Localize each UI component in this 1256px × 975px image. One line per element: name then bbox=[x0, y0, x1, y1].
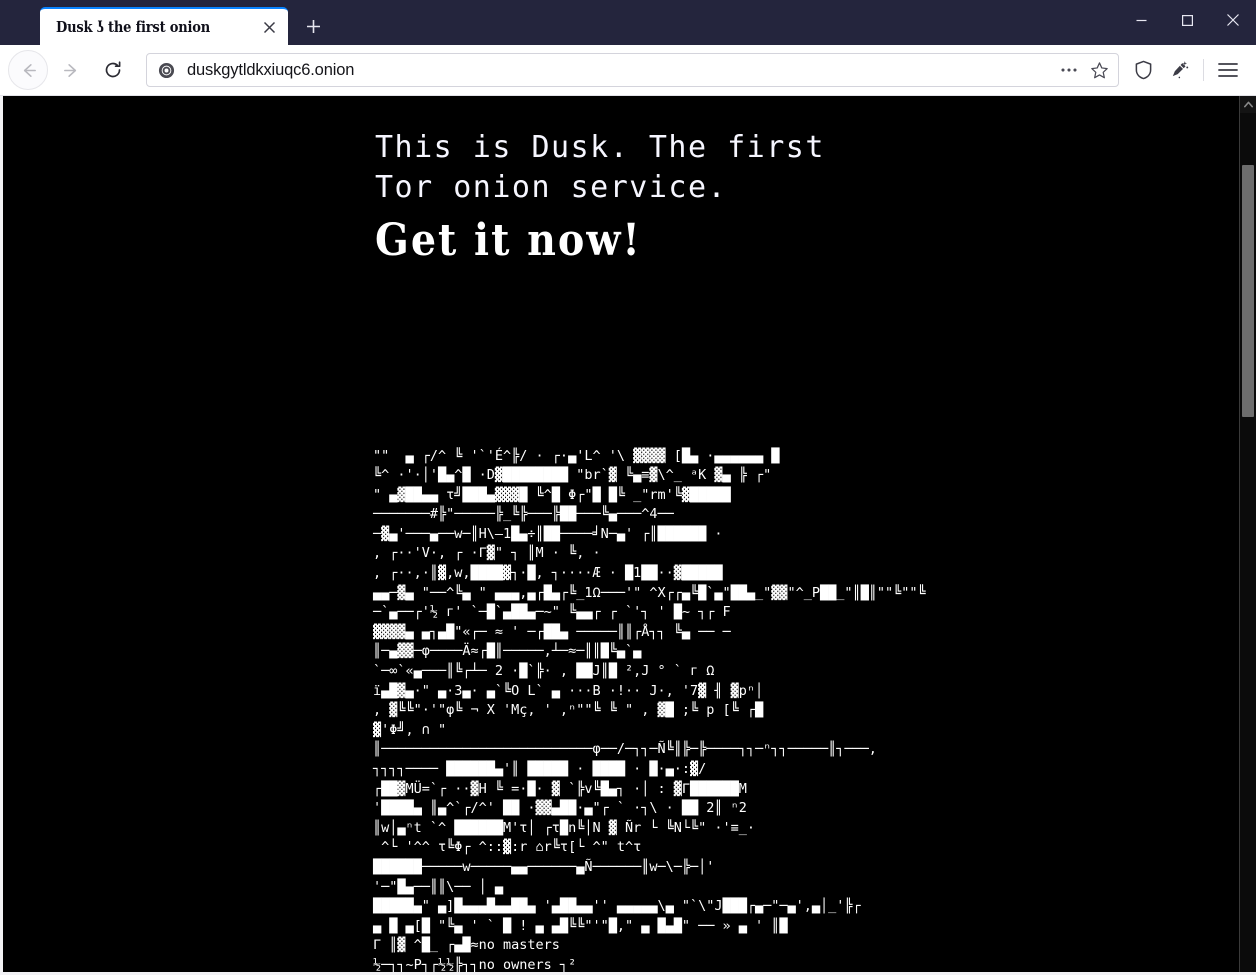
page-actions-icon[interactable] bbox=[1054, 56, 1084, 84]
toolbar-divider bbox=[1203, 59, 1204, 81]
reload-icon[interactable] bbox=[94, 51, 132, 89]
star-icon[interactable] bbox=[1084, 56, 1114, 84]
scrollbar-track[interactable] bbox=[1240, 113, 1256, 972]
broom-sparkle-icon[interactable] bbox=[1162, 53, 1196, 87]
hamburger-menu-icon[interactable] bbox=[1211, 53, 1245, 87]
onion-site-icon bbox=[157, 61, 175, 79]
tabbar-left-padding bbox=[0, 0, 40, 45]
scroll-up-arrow-icon[interactable] bbox=[1240, 96, 1256, 113]
scrollbar-thumb[interactable] bbox=[1242, 165, 1254, 417]
get-it-now-heading[interactable]: Get it now! bbox=[375, 212, 1239, 270]
headline-line-2: Tor onion service. bbox=[375, 170, 728, 205]
close-icon[interactable] bbox=[256, 14, 282, 40]
forward-arrow-icon[interactable] bbox=[52, 51, 90, 89]
new-tab-button[interactable] bbox=[294, 7, 332, 45]
browser-tab[interactable]: Dusk ʖ the first onion bbox=[40, 7, 288, 45]
headline-line-1: This is Dusk. The first bbox=[375, 130, 825, 165]
shield-icon[interactable] bbox=[1126, 53, 1160, 87]
web-page-content: This is Dusk. The first Tor onion servic… bbox=[3, 96, 1239, 972]
hero-section: This is Dusk. The first Tor onion servic… bbox=[3, 96, 1239, 270]
navigation-toolbar: duskgytldkxiuqc6.onion bbox=[0, 45, 1256, 96]
browser-window: Dusk ʖ the first onion duskgytldkxiuqc6.… bbox=[0, 0, 1256, 975]
ascii-art-block: "" ▄ ┌/^ ╚ '`'É^╠/ · ┌·▄'L^ '\ ▓▓▓▓ [█▄ … bbox=[373, 447, 926, 973]
url-bar[interactable]: duskgytldkxiuqc6.onion bbox=[146, 53, 1119, 87]
tab-bar: Dusk ʖ the first onion bbox=[0, 0, 1256, 45]
vertical-scrollbar[interactable] bbox=[1239, 96, 1256, 972]
maximize-button[interactable] bbox=[1164, 0, 1210, 40]
url-input[interactable]: duskgytldkxiuqc6.onion bbox=[187, 61, 1054, 80]
back-arrow-icon[interactable] bbox=[8, 50, 48, 90]
window-controls bbox=[1118, 0, 1256, 45]
minimize-button[interactable] bbox=[1118, 0, 1164, 40]
page-viewport: This is Dusk. The first Tor onion servic… bbox=[0, 96, 1256, 975]
close-window-button[interactable] bbox=[1210, 0, 1256, 40]
tab-title: Dusk ʖ the first onion bbox=[56, 18, 211, 36]
